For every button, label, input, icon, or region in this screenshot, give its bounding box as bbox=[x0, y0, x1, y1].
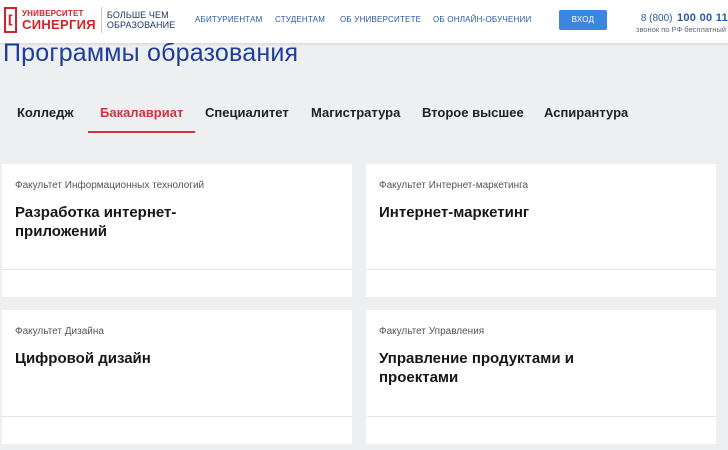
card-title[interactable]: Разработка интернет-приложений bbox=[15, 203, 255, 241]
slogan-line-1: БОЛЬШЕ ЧЕМ bbox=[106, 10, 169, 20]
card-faculty: Факультет Дизайна bbox=[15, 326, 104, 337]
logo-divider bbox=[100, 7, 102, 33]
phone-number[interactable]: 8 (800) 100 00 11 bbox=[623, 8, 728, 26]
card-footer bbox=[2, 416, 352, 444]
program-card[interactable]: Факультет Информационных технологий Разр… bbox=[2, 164, 352, 297]
phone-code: 8 (800) bbox=[640, 13, 673, 24]
tab-postgraduate[interactable]: Аспирантура bbox=[544, 104, 628, 134]
phone-note: звонок по РФ бесплатный bbox=[636, 25, 726, 34]
tab-bachelor[interactable]: Бакалавриат bbox=[87, 104, 196, 134]
card-title[interactable]: Управление продуктами и проектами bbox=[379, 349, 619, 387]
card-footer bbox=[366, 269, 716, 297]
tab-specialist[interactable]: Специалитет bbox=[205, 104, 289, 134]
site-header: [ УНИВЕРСИТЕТ СИНЕРГИЯ БОЛЬШЕ ЧЕМ ОБРАЗО… bbox=[0, 0, 728, 43]
card-title[interactable]: Цифровой дизайн bbox=[15, 349, 255, 368]
card-footer bbox=[2, 269, 352, 297]
card-footer bbox=[366, 416, 716, 444]
logo-text: УНИВЕРСИТЕТ СИНЕРГИЯ bbox=[22, 9, 96, 32]
logo-mark-icon: [ bbox=[4, 7, 17, 33]
program-card[interactable]: Факультет Управления Управление продукта… bbox=[366, 310, 716, 444]
nav-item-about[interactable]: ОБ УНИВЕРСИТЕТЕ bbox=[340, 15, 421, 24]
tab-second-degree[interactable]: Второе высшее bbox=[422, 104, 524, 134]
card-faculty: Факультет Управления bbox=[379, 326, 485, 337]
page-title: Программы образования bbox=[3, 39, 299, 67]
login-button[interactable]: ВХОД bbox=[559, 10, 607, 30]
card-title[interactable]: Интернет-маркетинг bbox=[379, 203, 619, 222]
nav-item-students[interactable]: СТУДЕНТАМ bbox=[275, 15, 325, 24]
program-card[interactable]: Факультет Дизайна Цифровой дизайн bbox=[2, 310, 352, 444]
card-faculty: Факультет Информационных технологий bbox=[15, 180, 205, 191]
logo-line-2: СИНЕРГИЯ bbox=[22, 16, 96, 32]
program-card[interactable]: Факультет Интернет-маркетинга Интернет-м… bbox=[366, 164, 716, 297]
phone-digits: 100 00 11 bbox=[676, 12, 728, 24]
tab-master[interactable]: Магистратура bbox=[311, 104, 400, 134]
program-level-tabs: Колледж Бакалавриат Специалитет Магистра… bbox=[0, 104, 728, 134]
tab-college[interactable]: Колледж bbox=[17, 104, 74, 134]
logo-slogan: БОЛЬШЕ ЧЕМ ОБРАЗОВАНИЕ bbox=[107, 10, 175, 30]
nav-item-online[interactable]: ОБ ОНЛАЙН-ОБУЧЕНИИ bbox=[433, 15, 531, 24]
nav-item-applicants[interactable]: АБИТУРИЕНТАМ bbox=[195, 15, 263, 24]
slogan-line-2: ОБРАЗОВАНИЕ bbox=[106, 20, 176, 30]
university-logo[interactable]: [ УНИВЕРСИТЕТ СИНЕРГИЯ БОЛЬШЕ ЧЕМ ОБРАЗО… bbox=[4, 7, 175, 33]
card-faculty: Факультет Интернет-маркетинга bbox=[379, 180, 529, 191]
